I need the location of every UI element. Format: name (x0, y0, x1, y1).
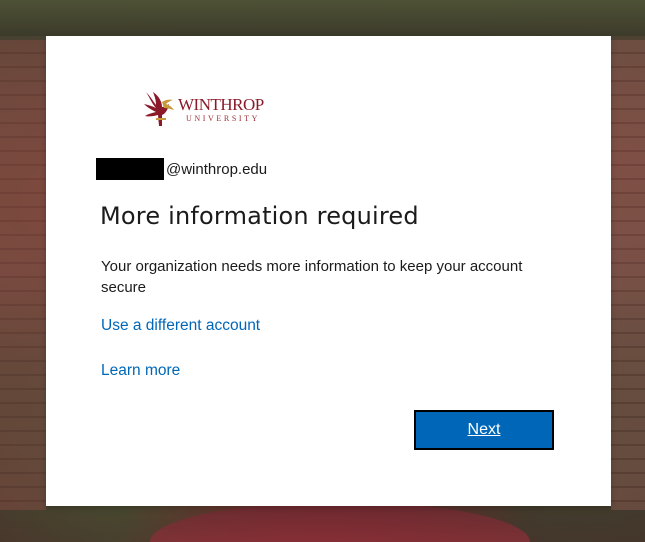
logo-wordmark: WINTHROP (178, 94, 264, 114)
email-domain: @winthrop.edu (166, 160, 268, 178)
account-identity: @winthrop.edu (96, 158, 267, 180)
background-building-left (0, 40, 46, 510)
logo-subtitle: UNIVERSITY (186, 113, 260, 123)
learn-more-link[interactable]: Learn more (101, 362, 180, 380)
use-different-account-link[interactable]: Use a different account (101, 317, 260, 335)
winthrop-logo: WINTHROP UNIVERSITY (142, 88, 264, 130)
sign-in-card: WINTHROP UNIVERSITY @winthrop.edu More i… (46, 36, 611, 506)
eagle-logo-icon (144, 92, 174, 126)
background-building-right (611, 40, 645, 510)
page-title: More information required (100, 202, 419, 230)
background-trees (0, 0, 645, 36)
redacted-username (96, 158, 164, 180)
description-text: Your organization needs more information… (101, 258, 523, 296)
next-button[interactable]: Next (414, 410, 554, 450)
logo-text: WINTHROP UNIVERSITY (178, 96, 264, 123)
